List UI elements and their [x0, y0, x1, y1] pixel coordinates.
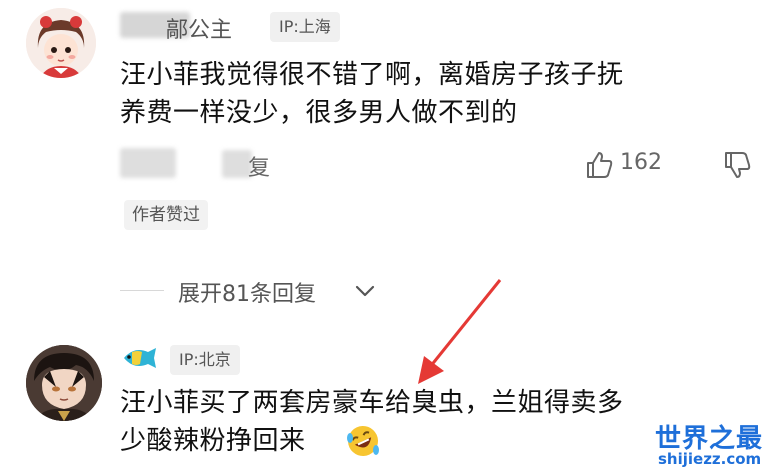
- comment-username[interactable]: 鄗公主: [166, 12, 232, 44]
- watermark-domain: shijiezz.com: [658, 450, 762, 468]
- timestamp-redacted: [120, 148, 176, 178]
- fish-icon: [120, 346, 160, 374]
- author-liked-tag: 作者赞过: [124, 200, 208, 230]
- dislike-button[interactable]: [722, 150, 754, 184]
- expand-replies-button[interactable]: 展开81条回复: [178, 274, 388, 308]
- ip-location-badge: IP:上海: [270, 12, 340, 42]
- comment-text-line: 养费一样没少，很多男人做不到的: [120, 98, 518, 128]
- laughing-emoji-icon: [346, 424, 380, 462]
- ip-location-badge: IP:北京: [170, 345, 240, 375]
- chevron-down-icon: [354, 282, 376, 304]
- reply-button[interactable]: 复: [248, 150, 270, 182]
- expand-replies-label: 展开81条回复: [178, 282, 316, 307]
- like-count: 162: [620, 150, 662, 175]
- avatar[interactable]: [26, 345, 102, 421]
- thumbs-down-icon: [722, 152, 752, 184]
- avatar[interactable]: [26, 8, 96, 78]
- annotation-arrow: [418, 279, 502, 384]
- like-button[interactable]: 162: [584, 148, 694, 184]
- comment-text: 汪小菲我觉得很不错了啊，离婚房子孩子抚 养费一样没少，很多男人做不到的: [120, 56, 624, 132]
- comment-text-line: 汪小菲我觉得很不错了啊，离婚房子孩子抚: [120, 60, 624, 90]
- comment-text-line: 汪小菲买了两套房豪车给臭虫，兰姐得卖多: [120, 388, 624, 418]
- divider: [120, 290, 164, 291]
- thumbs-up-icon: [584, 150, 614, 184]
